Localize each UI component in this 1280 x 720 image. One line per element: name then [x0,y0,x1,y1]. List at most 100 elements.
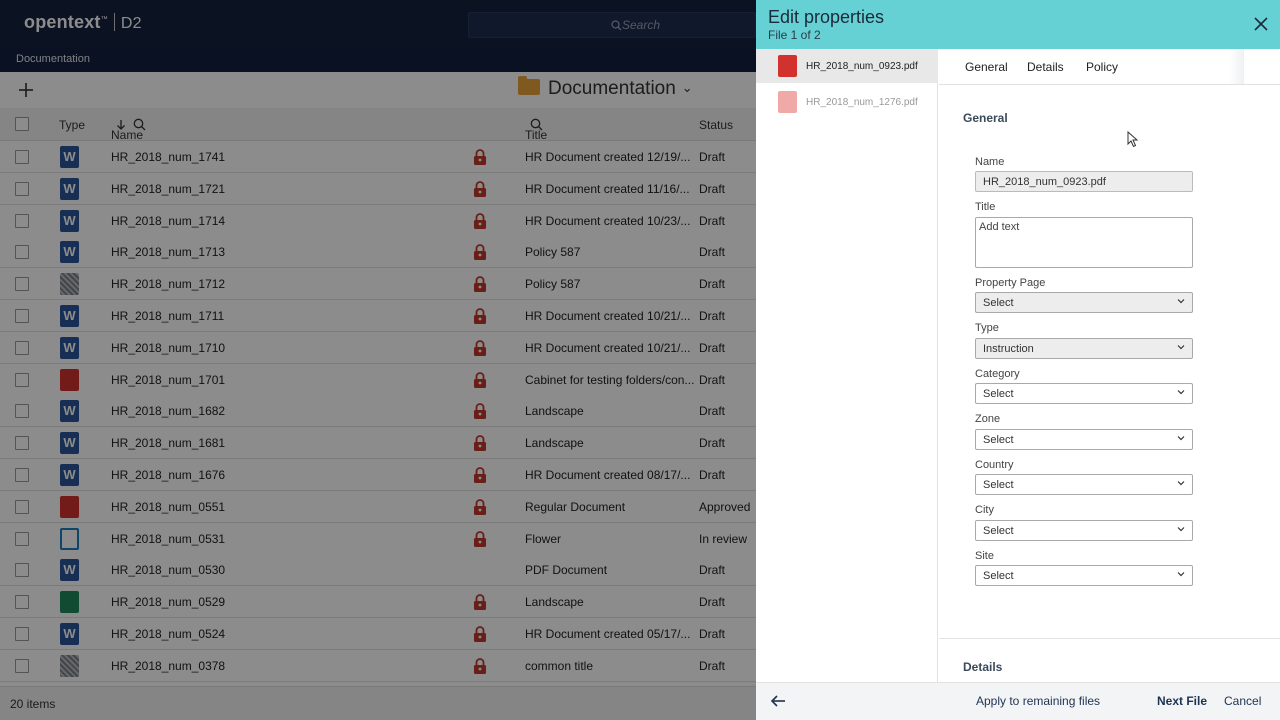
chevron-down-icon: ⌄ [681,80,693,95]
folder-title[interactable]: Documentation ⌄ [518,76,693,100]
row-checkbox[interactable] [15,150,29,164]
close-icon[interactable] [1254,17,1268,31]
table-row[interactable]: W HR_2018_num_1682 Landscape Draft [0,395,756,428]
row-checkbox[interactable] [15,499,29,514]
table-row[interactable]: W HR_2018_num_0530 PDF Document Draft [0,554,756,587]
row-checkbox[interactable] [15,436,29,451]
tab-details[interactable]: Details [1027,60,1064,74]
next-file-button[interactable]: Next File [1157,694,1207,708]
file-item[interactable]: HR_2018_num_1276.pdf [756,85,938,119]
row-checkbox[interactable] [15,372,29,387]
row-name[interactable]: HR_2018_num_1741 [111,150,225,164]
row-name[interactable]: HR_2018_num_1711 [111,309,224,323]
city-value: Select [983,525,1014,537]
row-checkbox[interactable] [15,658,29,673]
row-name[interactable]: HR_2018_num_1701 [111,373,225,387]
column-header-type[interactable]: Type [59,118,85,132]
column-header-title[interactable]: Title [525,118,547,142]
column-header-name[interactable]: Name [111,118,146,142]
word-icon: W [60,464,79,486]
row-name[interactable]: HR_2018_num_1681 [111,436,225,450]
table-row[interactable]: W HR_2018_num_1676 HR Document created 08/… [0,459,756,491]
lock-icon [474,308,486,324]
table-row[interactable]: HR_2018_num_0531 Flower In review [0,522,756,555]
pdf-icon [60,368,79,391]
table-row[interactable]: HR_2018_num_0378 common title Draft [0,649,756,682]
table-row[interactable]: W HR_2018_num_1711 HR Document created 10/… [0,300,756,332]
properties-form: General Name HR_2018_num_0923.pdf Title … [939,86,1280,682]
row-name[interactable]: HR_2018_num_1682 [111,404,225,418]
row-checkbox[interactable] [15,245,29,260]
row-title: Landscape [525,595,584,610]
row-checkbox[interactable] [15,213,29,228]
add-icon[interactable] [16,80,36,100]
lock-icon [474,435,486,452]
category-select[interactable]: Select [975,383,1193,404]
type-select[interactable]: Instruction [975,338,1193,359]
column-header-status[interactable]: Status [699,118,733,132]
table-row[interactable]: HR_2018_num_1712 Policy 587 Draft [0,268,756,301]
country-select[interactable]: Select [975,474,1193,495]
table-row[interactable]: W HR_2018_num_1714 HR Document created 10/… [0,204,756,237]
row-name[interactable]: HR_2018_num_1676 [111,468,225,482]
row-checkbox[interactable] [15,531,29,546]
file-item[interactable]: HR_2018_num_0923.pdf [756,49,938,83]
apply-to-remaining-button[interactable]: Apply to remaining files [976,694,1100,708]
category-label: Category [975,368,1020,380]
row-name[interactable]: HR_2018_num_0378 [111,659,225,673]
global-search-input[interactable]: Search [468,12,756,38]
tab-policy[interactable]: Policy [1086,60,1118,74]
row-checkbox[interactable] [15,468,29,482]
row-checkbox[interactable] [15,181,29,196]
table-row[interactable]: HR_2018_num_1701 Cabinet for testing fold… [0,363,756,396]
row-name[interactable]: HR_2018_num_0551 [111,500,225,514]
site-value: Select [983,570,1014,582]
chevron-down-icon [1177,345,1185,350]
cancel-button[interactable]: Cancel [1224,694,1261,708]
row-checkbox[interactable] [15,404,29,419]
table-row[interactable]: W HR_2018_num_0524 HR Document created 05/… [0,618,756,650]
table-row[interactable]: W HR_2018_num_1713 Policy 587 Draft [0,236,756,269]
row-checkbox[interactable] [15,563,29,578]
city-select[interactable]: Select [975,520,1193,541]
row-status: Draft [699,277,726,292]
name-header-label: Name [111,128,144,142]
row-name[interactable]: HR_2018_num_1721 [111,182,225,196]
chevron-down-icon [1177,390,1185,395]
zone-select[interactable]: Select [975,429,1193,450]
search-placeholder: Search [622,18,661,32]
title-textarea[interactable]: Add text [975,217,1193,268]
row-checkbox[interactable] [15,340,29,355]
table-row[interactable]: W HR_2018_num_1721 HR Document created 11/… [0,172,756,205]
row-name[interactable]: HR_2018_num_0530 [111,563,225,577]
row-name[interactable]: HR_2018_num_1712 [111,277,225,291]
table-row[interactable]: W HR_2018_num_1741 HR Document created 12/… [0,141,756,173]
table-row[interactable]: W HR_2018_num_1710 HR Document created 10/… [0,331,756,364]
row-title: HR Document created 05/17/... [525,627,691,641]
search-icon [611,20,622,31]
tab-general[interactable]: General [965,60,1008,74]
chevron-down-icon [1177,481,1185,486]
row-name[interactable]: HR_2018_num_0531 [111,532,225,546]
row-name[interactable]: HR_2018_num_0529 [111,595,225,609]
row-checkbox[interactable] [15,595,29,610]
zone-value: Select [983,434,1014,446]
row-checkbox[interactable] [15,277,29,292]
table-row[interactable]: HR_2018_num_0551 Regular Document Approved [0,490,756,523]
table-row[interactable]: W HR_2018_num_1681 Landscape Draft [0,427,756,460]
property-page-select[interactable]: Select [975,292,1193,313]
site-select[interactable]: Select [975,565,1193,586]
row-name[interactable]: HR_2018_num_1714 [111,214,225,228]
row-status: Draft [699,309,726,323]
table-row[interactable]: HR_2018_num_0529 Landscape Draft [0,586,756,619]
row-checkbox[interactable] [15,627,29,641]
row-name[interactable]: HR_2018_num_0524 [111,627,225,641]
breadcrumb-item[interactable]: Documentation [16,53,90,65]
row-checkbox[interactable] [15,309,29,323]
back-arrow-icon[interactable] [770,693,786,709]
row-name[interactable]: HR_2018_num_1710 [111,341,225,355]
row-name[interactable]: HR_2018_num_1713 [111,245,225,259]
select-all-checkbox[interactable] [15,117,29,131]
word-icon: W [60,400,79,423]
name-field[interactable]: HR_2018_num_0923.pdf [975,171,1193,192]
